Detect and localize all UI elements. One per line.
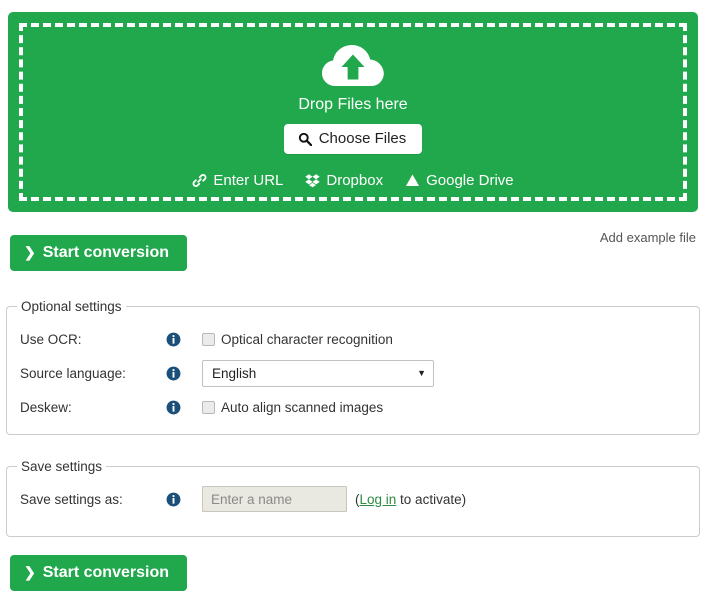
- info-icon[interactable]: [166, 400, 181, 415]
- start-conversion-button-bottom[interactable]: ❯ Start conversion: [10, 555, 187, 591]
- note-suffix: to activate): [396, 491, 467, 507]
- use-ocr-checkbox-label: Optical character recognition: [221, 331, 393, 347]
- enter-url-link[interactable]: Enter URL: [192, 172, 283, 189]
- start-conversion-button-top[interactable]: ❯ Start conversion: [10, 235, 187, 271]
- save-settings-as-label: Save settings as:: [20, 491, 123, 507]
- source-language-value: English: [212, 365, 257, 381]
- drop-files-label: Drop Files here: [298, 96, 408, 113]
- add-example-file-link[interactable]: Add example file: [600, 230, 696, 245]
- save-settings-legend: Save settings: [21, 459, 103, 474]
- enter-url-label: Enter URL: [213, 172, 284, 189]
- optional-settings-fieldset: Optional settings Use OCR: Optical chara…: [6, 299, 700, 435]
- chevron-right-icon: ❯: [24, 244, 36, 260]
- dropbox-label: Dropbox: [326, 172, 384, 189]
- dropbox-link[interactable]: Dropbox: [305, 172, 383, 189]
- google-drive-link[interactable]: Google Drive: [405, 172, 514, 189]
- deskew-label: Deskew:: [20, 399, 72, 415]
- file-dropzone[interactable]: Drop Files here Choose Files Enter URL D…: [8, 12, 698, 212]
- row-save-settings-as: Save settings as: (Log in to activate): [7, 482, 699, 516]
- optional-settings-legend: Optional settings: [21, 299, 122, 314]
- chevron-right-icon: ❯: [24, 564, 36, 580]
- google-drive-icon: [406, 174, 420, 186]
- source-language-select[interactable]: English ▼: [202, 359, 434, 387]
- save-settings-name-input[interactable]: [202, 486, 347, 512]
- start-conversion-label-bottom: Start conversion: [42, 564, 169, 581]
- row-deskew: Deskew: Auto align scanned images: [7, 390, 699, 424]
- choose-files-button[interactable]: Choose Files: [283, 124, 423, 154]
- use-ocr-label: Use OCR:: [20, 331, 82, 347]
- log-in-link[interactable]: Log in: [360, 492, 397, 507]
- info-icon[interactable]: [166, 492, 181, 507]
- save-settings-fieldset: Save settings Save settings as: (Log in …: [6, 459, 700, 537]
- row-use-ocr: Use OCR: Optical character recognition: [7, 322, 699, 356]
- info-icon[interactable]: [166, 332, 181, 347]
- link-icon: [192, 174, 207, 187]
- cloud-source-links: Enter URL Dropbox Google Drive: [192, 172, 514, 189]
- row-source-language: Source language: English ▼: [7, 356, 699, 390]
- cloud-upload-icon: [322, 45, 384, 86]
- google-drive-label: Google Drive: [426, 172, 514, 189]
- search-icon: [298, 132, 312, 146]
- chevron-down-icon: ▼: [417, 367, 426, 378]
- dropbox-icon: [305, 174, 321, 188]
- deskew-checkbox-label: Auto align scanned images: [221, 399, 384, 415]
- info-icon[interactable]: [166, 366, 181, 381]
- start-conversion-label-top: Start conversion: [42, 244, 169, 261]
- save-settings-body: Save settings as: (Log in to activate): [7, 474, 699, 516]
- choose-files-label: Choose Files: [318, 130, 407, 147]
- dropzone-dashed-area[interactable]: Drop Files here Choose Files Enter URL D…: [19, 23, 687, 201]
- login-to-activate-note: (Log in to activate): [355, 492, 466, 507]
- deskew-checkbox[interactable]: [202, 400, 215, 414]
- use-ocr-checkbox[interactable]: [202, 332, 215, 346]
- source-language-label: Source language:: [20, 365, 126, 381]
- optional-settings-body: Use OCR: Optical character recognition S…: [7, 314, 699, 424]
